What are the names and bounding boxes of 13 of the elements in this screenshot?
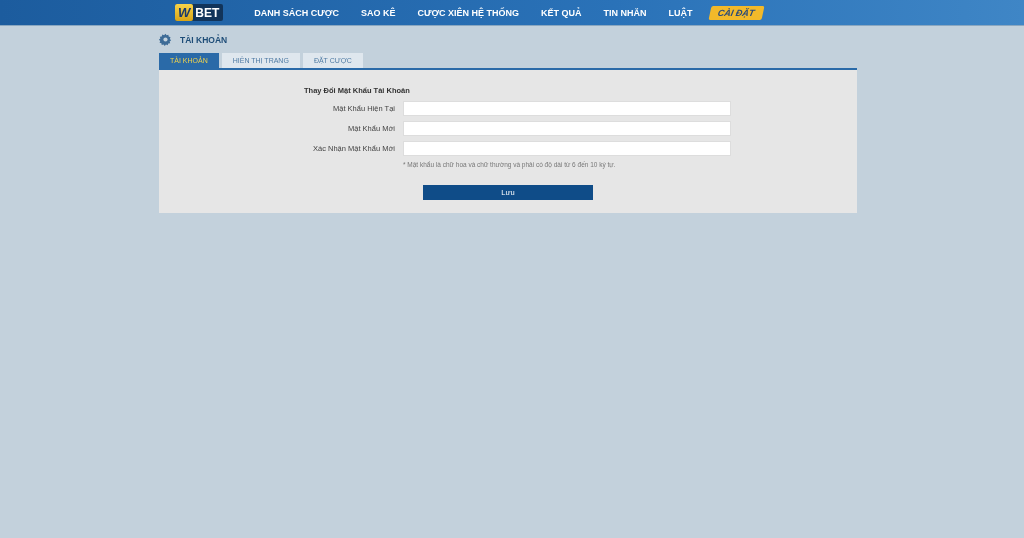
nav-link[interactable]: DANH SÁCH CƯỢC bbox=[243, 7, 350, 18]
logo[interactable]: W BET bbox=[175, 4, 224, 21]
nav-link[interactable]: LUẬT bbox=[657, 7, 704, 18]
gear-icon bbox=[159, 33, 172, 46]
nav-link[interactable]: KẾT QUẢ bbox=[530, 7, 593, 18]
nav-link[interactable]: CÀI ĐẶT bbox=[708, 5, 764, 20]
nav-link[interactable]: CƯỢC XIÊN HỆ THỐNG bbox=[406, 7, 531, 18]
nav-link[interactable]: SAO KÊ bbox=[349, 7, 407, 18]
nav-link[interactable]: TIN NHẮN bbox=[592, 7, 658, 18]
password-field[interactable] bbox=[403, 141, 731, 156]
password-field[interactable] bbox=[403, 121, 731, 136]
password-field[interactable] bbox=[403, 101, 731, 116]
page-title: TÀI KHOẢN bbox=[180, 34, 228, 45]
